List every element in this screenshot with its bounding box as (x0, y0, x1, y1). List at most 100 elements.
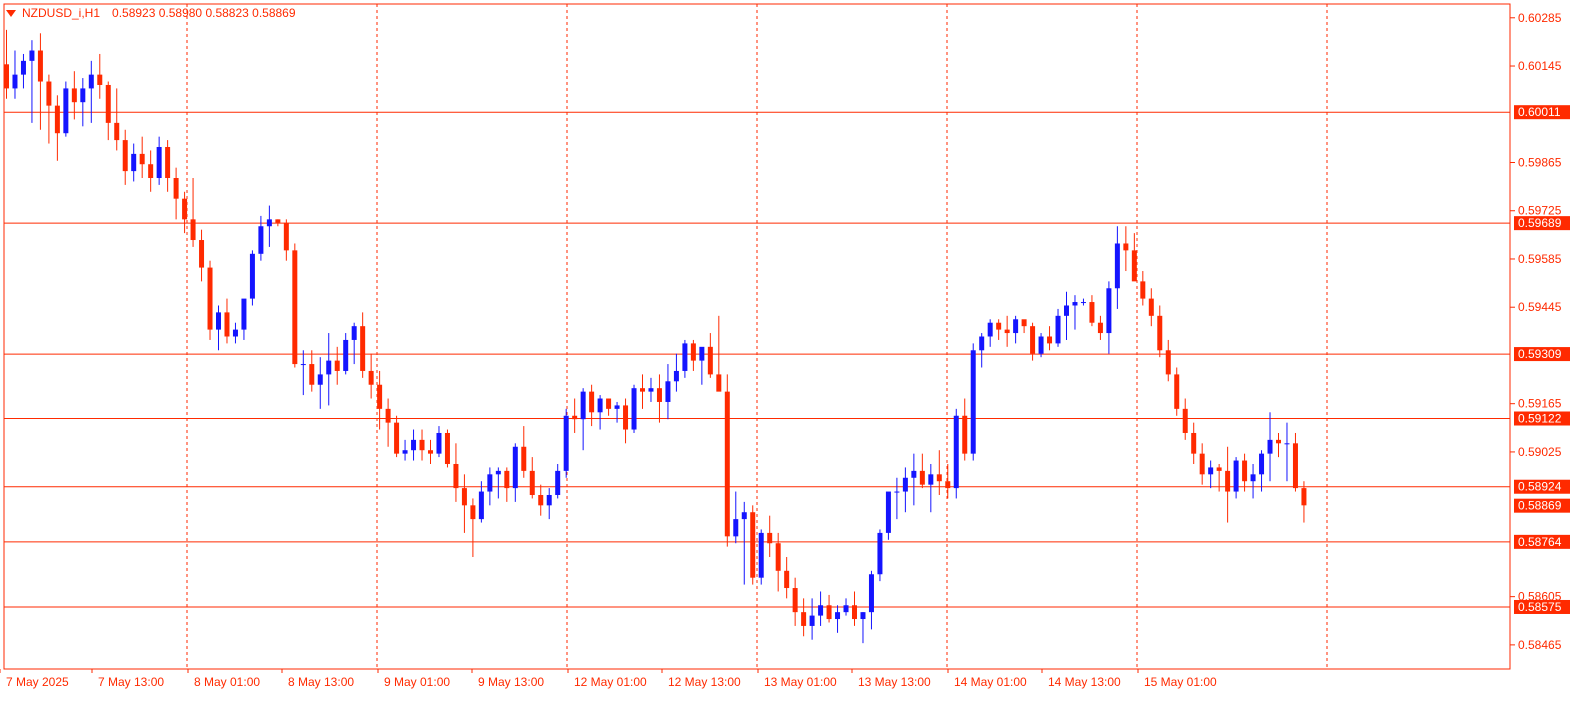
candle-body (1191, 432, 1197, 454)
price-tick-label: 0.59585 (1518, 252, 1562, 266)
candle-body (563, 415, 569, 471)
candle-body (724, 391, 730, 537)
price-tick-label: 0.59165 (1518, 397, 1562, 411)
candle-body (275, 219, 281, 223)
chart-header: NZDUSD_i,H1 0.58923 0.58980 0.58823 0.58… (6, 6, 296, 20)
candle-body (877, 532, 883, 575)
time-axis: 7 May 2025 7 May 13:00 8 May 01:00 8 May 13… (0, 669, 1217, 689)
candle-body (428, 450, 433, 454)
candle-body (716, 374, 722, 392)
candle-body (690, 343, 696, 361)
candle-body (546, 494, 552, 506)
candle-body (631, 388, 637, 430)
price-tick-label: 0.59865 (1518, 155, 1562, 169)
candle-body (750, 512, 756, 578)
candle-body (156, 146, 162, 179)
candle-body (385, 408, 391, 423)
candle-body (114, 122, 120, 141)
candle-body (334, 360, 340, 371)
candle-body (470, 505, 476, 520)
candle-body (1004, 329, 1010, 334)
time-tick-label: 14 May 01:00 (954, 675, 1027, 689)
candle-body (775, 543, 781, 571)
candle-body (63, 88, 69, 134)
price-tick-label: 0.59025 (1518, 445, 1562, 459)
candle-body (843, 605, 849, 613)
candle-body (1301, 488, 1307, 506)
candle-body (453, 463, 459, 489)
candle-body (1242, 460, 1248, 482)
candle-body (190, 219, 196, 241)
candle-body (758, 532, 764, 578)
dropdown-triangle-icon[interactable] (6, 9, 16, 17)
candle-body (1038, 336, 1044, 354)
price-tick-label: 0.60285 (1518, 11, 1562, 25)
candle-body (979, 336, 985, 351)
level-tag-label: 0.58764 (1518, 535, 1562, 549)
candle-body (606, 398, 612, 409)
time-tick-label: 14 May 13:00 (1048, 675, 1121, 689)
candle-body (317, 374, 323, 385)
candle-body (512, 446, 518, 489)
candle-body (809, 615, 815, 626)
ohlc-values: 0.58923 0.58980 0.58823 0.58869 (112, 6, 296, 20)
time-tick-label: 13 May 01:00 (764, 675, 837, 689)
candle-body (665, 381, 671, 402)
candle-body (461, 488, 467, 506)
candle-body (1199, 453, 1205, 475)
level-tag-label: 0.59309 (1518, 347, 1562, 361)
level-tag-label: 0.59122 (1518, 412, 1562, 426)
candle-body (623, 405, 629, 430)
candle-body (555, 470, 561, 495)
candle-body (351, 326, 357, 340)
candle-body (46, 81, 52, 106)
candle-body (1276, 439, 1281, 444)
candle-body (478, 491, 484, 520)
candle-body (436, 432, 442, 454)
candle-body (673, 370, 679, 382)
candle-body (885, 491, 891, 533)
candle-body (29, 50, 35, 61)
candle-body (20, 60, 26, 75)
candle-body (131, 153, 137, 172)
candle-body (521, 446, 527, 471)
candle-body (1064, 305, 1069, 316)
candle-body (919, 470, 925, 485)
candle-body (987, 322, 993, 337)
level-tag-label: 0.58924 (1518, 480, 1562, 494)
time-tick-label: 15 May 01:00 (1144, 675, 1217, 689)
candle-body (1292, 443, 1298, 489)
candle-body (1114, 243, 1120, 289)
candle-body (232, 329, 238, 337)
candle-body (538, 494, 544, 506)
candle-body (419, 439, 425, 451)
candle-body (1089, 302, 1095, 323)
candle-body (767, 532, 773, 544)
candle-body (258, 226, 264, 254)
candle-body (1131, 250, 1137, 282)
current-price-tag-label: 0.58869 (1518, 499, 1562, 513)
time-tick-label: 13 May 13:00 (858, 675, 931, 689)
symbol-label: NZDUSD_i,H1 (22, 6, 101, 20)
candle-body (580, 391, 586, 420)
candle-body (1030, 326, 1036, 354)
candle-body (1267, 439, 1273, 454)
candle-body (894, 491, 900, 493)
candle-body (4, 64, 9, 89)
candle-body (165, 146, 171, 179)
price-chart[interactable]: 0.60011 0.59689 0.59309 0.59122 0.58924 0.587… (0, 0, 1586, 703)
candle-body (224, 312, 230, 337)
candle-body (1013, 319, 1019, 334)
candle-body (343, 339, 349, 371)
candle-body (835, 612, 841, 620)
candle-body (529, 470, 535, 495)
candle-body (656, 388, 662, 402)
time-tick-label: 12 May 13:00 (668, 675, 741, 689)
candle-body (852, 605, 857, 620)
candle-body (1047, 336, 1053, 344)
candle-body (1250, 474, 1256, 482)
candle-body (962, 415, 968, 454)
candle-body (1097, 322, 1103, 334)
price-tick-label: 0.60145 (1518, 59, 1562, 73)
candle-body (572, 415, 578, 420)
